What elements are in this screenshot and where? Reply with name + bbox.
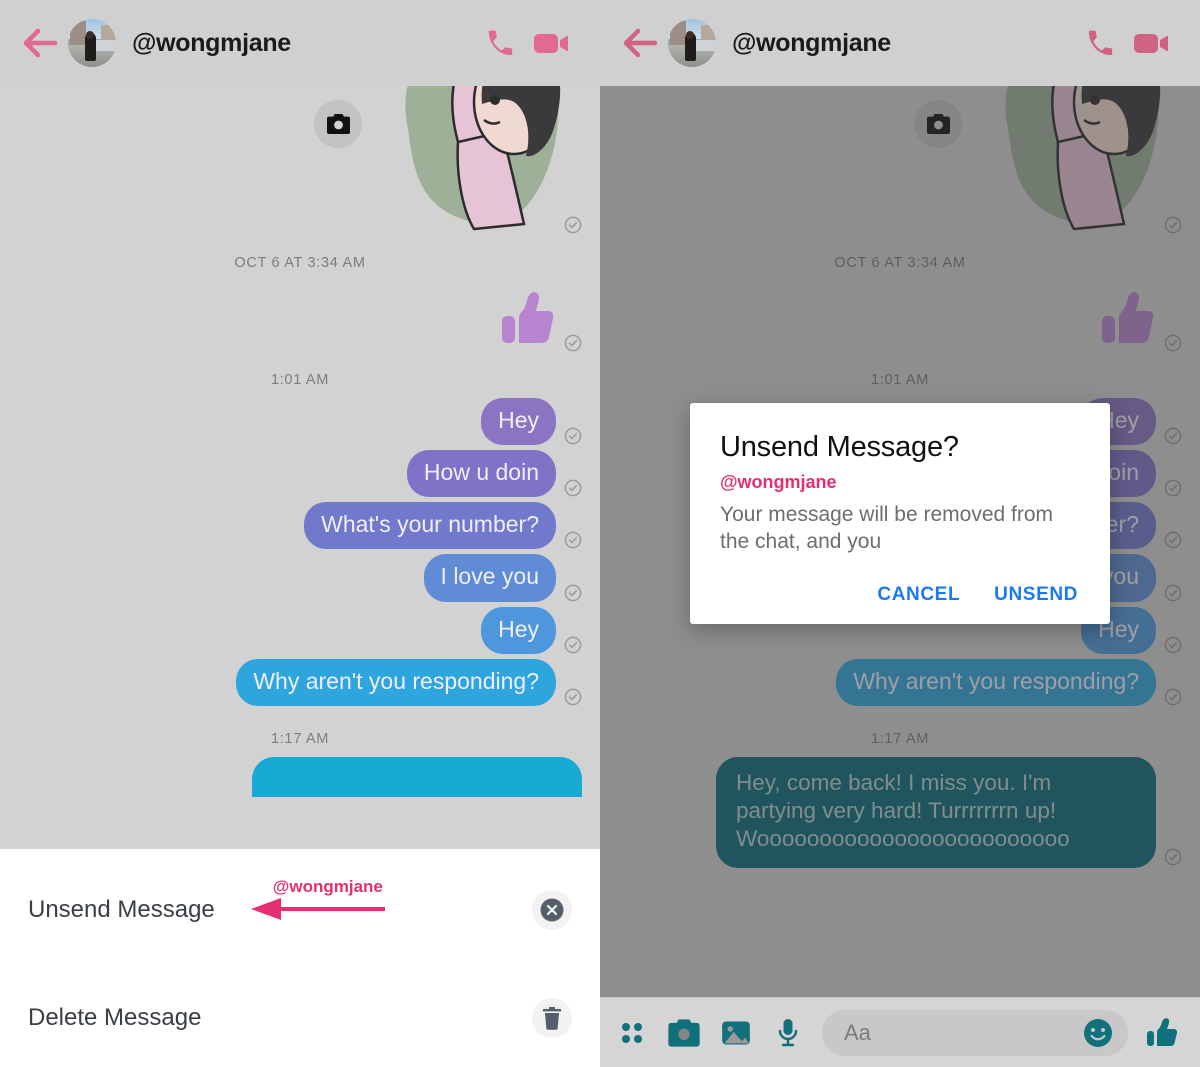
right-panel: @wongmjane OCT 6 AT 3:34 AM 1:01 AM Hey … xyxy=(600,0,1200,1067)
timestamp-separator: 1:01 AM xyxy=(270,372,330,388)
message-bubble[interactable]: How u doin xyxy=(406,450,556,498)
cancel-button[interactable]: CANCEL xyxy=(877,584,960,606)
sticker-row xyxy=(18,24,582,231)
message-action-sheet: Unsend Message @wongmjane Delete Message xyxy=(0,849,600,1067)
delivered-check-icon xyxy=(564,531,582,549)
message-bubble[interactable]: What's your number? xyxy=(304,502,556,550)
sheet-item-unsend[interactable]: Unsend Message @wongmjane xyxy=(0,877,600,941)
message-row: How u doin xyxy=(18,450,582,498)
message-bubble[interactable]: Hey xyxy=(481,606,556,654)
message-row: What's your number? xyxy=(18,502,582,550)
camera-icon[interactable] xyxy=(666,1015,702,1051)
timestamp-separator: 1:17 AM xyxy=(270,730,330,747)
smiley-icon[interactable] xyxy=(1080,1015,1116,1051)
video-camera-icon[interactable] xyxy=(526,21,578,65)
message-bubble[interactable]: Hey xyxy=(481,398,556,446)
delivered-check-icon xyxy=(564,688,582,706)
delivered-check-icon xyxy=(564,334,582,352)
message-input[interactable]: Aa xyxy=(822,1009,1128,1056)
page-title: @wongmjane xyxy=(732,28,891,57)
unsend-button[interactable]: UNSEND xyxy=(994,584,1078,606)
apps-grid-icon[interactable] xyxy=(614,1015,650,1051)
message-row: I love you xyxy=(18,554,582,602)
page-title: @wongmjane xyxy=(132,28,291,57)
dialog-body: Your message will be removed from the ch… xyxy=(720,503,1054,553)
composer-bar: Aa xyxy=(600,997,1200,1067)
message-input-placeholder: Aa xyxy=(844,1019,871,1045)
message-row-partial xyxy=(18,756,582,797)
sheet-item-label: Delete Message xyxy=(28,1004,202,1031)
sheet-item-label: Unsend Message xyxy=(28,896,215,923)
long-message-bubble-partial[interactable] xyxy=(252,756,582,797)
dialog-title: Unsend Message? xyxy=(720,431,959,463)
thumbs-up-icon[interactable] xyxy=(1144,1015,1180,1051)
video-camera-icon[interactable] xyxy=(1126,21,1178,65)
sheet-spacer xyxy=(201,987,532,1049)
dialog-actions: CANCEL UNSEND xyxy=(720,584,1080,606)
sheet-item-delete[interactable]: Delete Message xyxy=(0,987,600,1049)
thumbs-up-reaction-row xyxy=(18,289,582,352)
close-circle-icon[interactable] xyxy=(532,890,572,930)
dialog-watermark: @wongmjane xyxy=(720,472,837,492)
chat-header: @wongmjane xyxy=(600,0,1200,86)
message-bubble[interactable]: I love you xyxy=(423,554,556,602)
left-panel: @wongmjane OCT 6 AT 3:34 AM 1:01 AM Hey … xyxy=(0,0,600,1067)
delivered-check-icon xyxy=(564,427,582,445)
message-row: Why aren't you responding? xyxy=(18,658,582,706)
unsend-dialog: Unsend Message? @wongmjane Your message … xyxy=(690,403,1110,624)
message-thread: OCT 6 AT 3:34 AM 1:01 AM Hey How u doin … xyxy=(0,24,600,797)
annotation-area: @wongmjane xyxy=(215,877,532,941)
trash-icon[interactable] xyxy=(532,998,572,1038)
avatar[interactable] xyxy=(68,19,116,67)
message-row: Hey xyxy=(18,606,582,654)
delivered-check-icon xyxy=(564,216,582,234)
thumbs-up-sticker[interactable] xyxy=(498,289,556,352)
delivered-check-icon xyxy=(564,584,582,602)
microphone-icon[interactable] xyxy=(770,1015,806,1051)
phone-icon[interactable] xyxy=(474,21,526,65)
back-arrow-icon[interactable] xyxy=(18,21,62,65)
avatar[interactable] xyxy=(668,19,716,67)
chat-header: @wongmjane xyxy=(0,0,600,86)
photo-icon[interactable] xyxy=(718,1015,754,1051)
delivered-check-icon xyxy=(564,636,582,654)
delivered-check-icon xyxy=(564,479,582,497)
camera-icon[interactable] xyxy=(314,100,362,148)
message-bubble[interactable]: Why aren't you responding? xyxy=(236,658,556,706)
annotation-label: @wongmjane xyxy=(272,877,383,896)
phone-icon[interactable] xyxy=(1074,21,1126,65)
back-arrow-icon[interactable] xyxy=(618,21,662,65)
dual-screenshot: @wongmjane OCT 6 AT 3:34 AM 1:01 AM Hey … xyxy=(0,0,1200,1067)
message-row: Hey xyxy=(18,398,582,446)
